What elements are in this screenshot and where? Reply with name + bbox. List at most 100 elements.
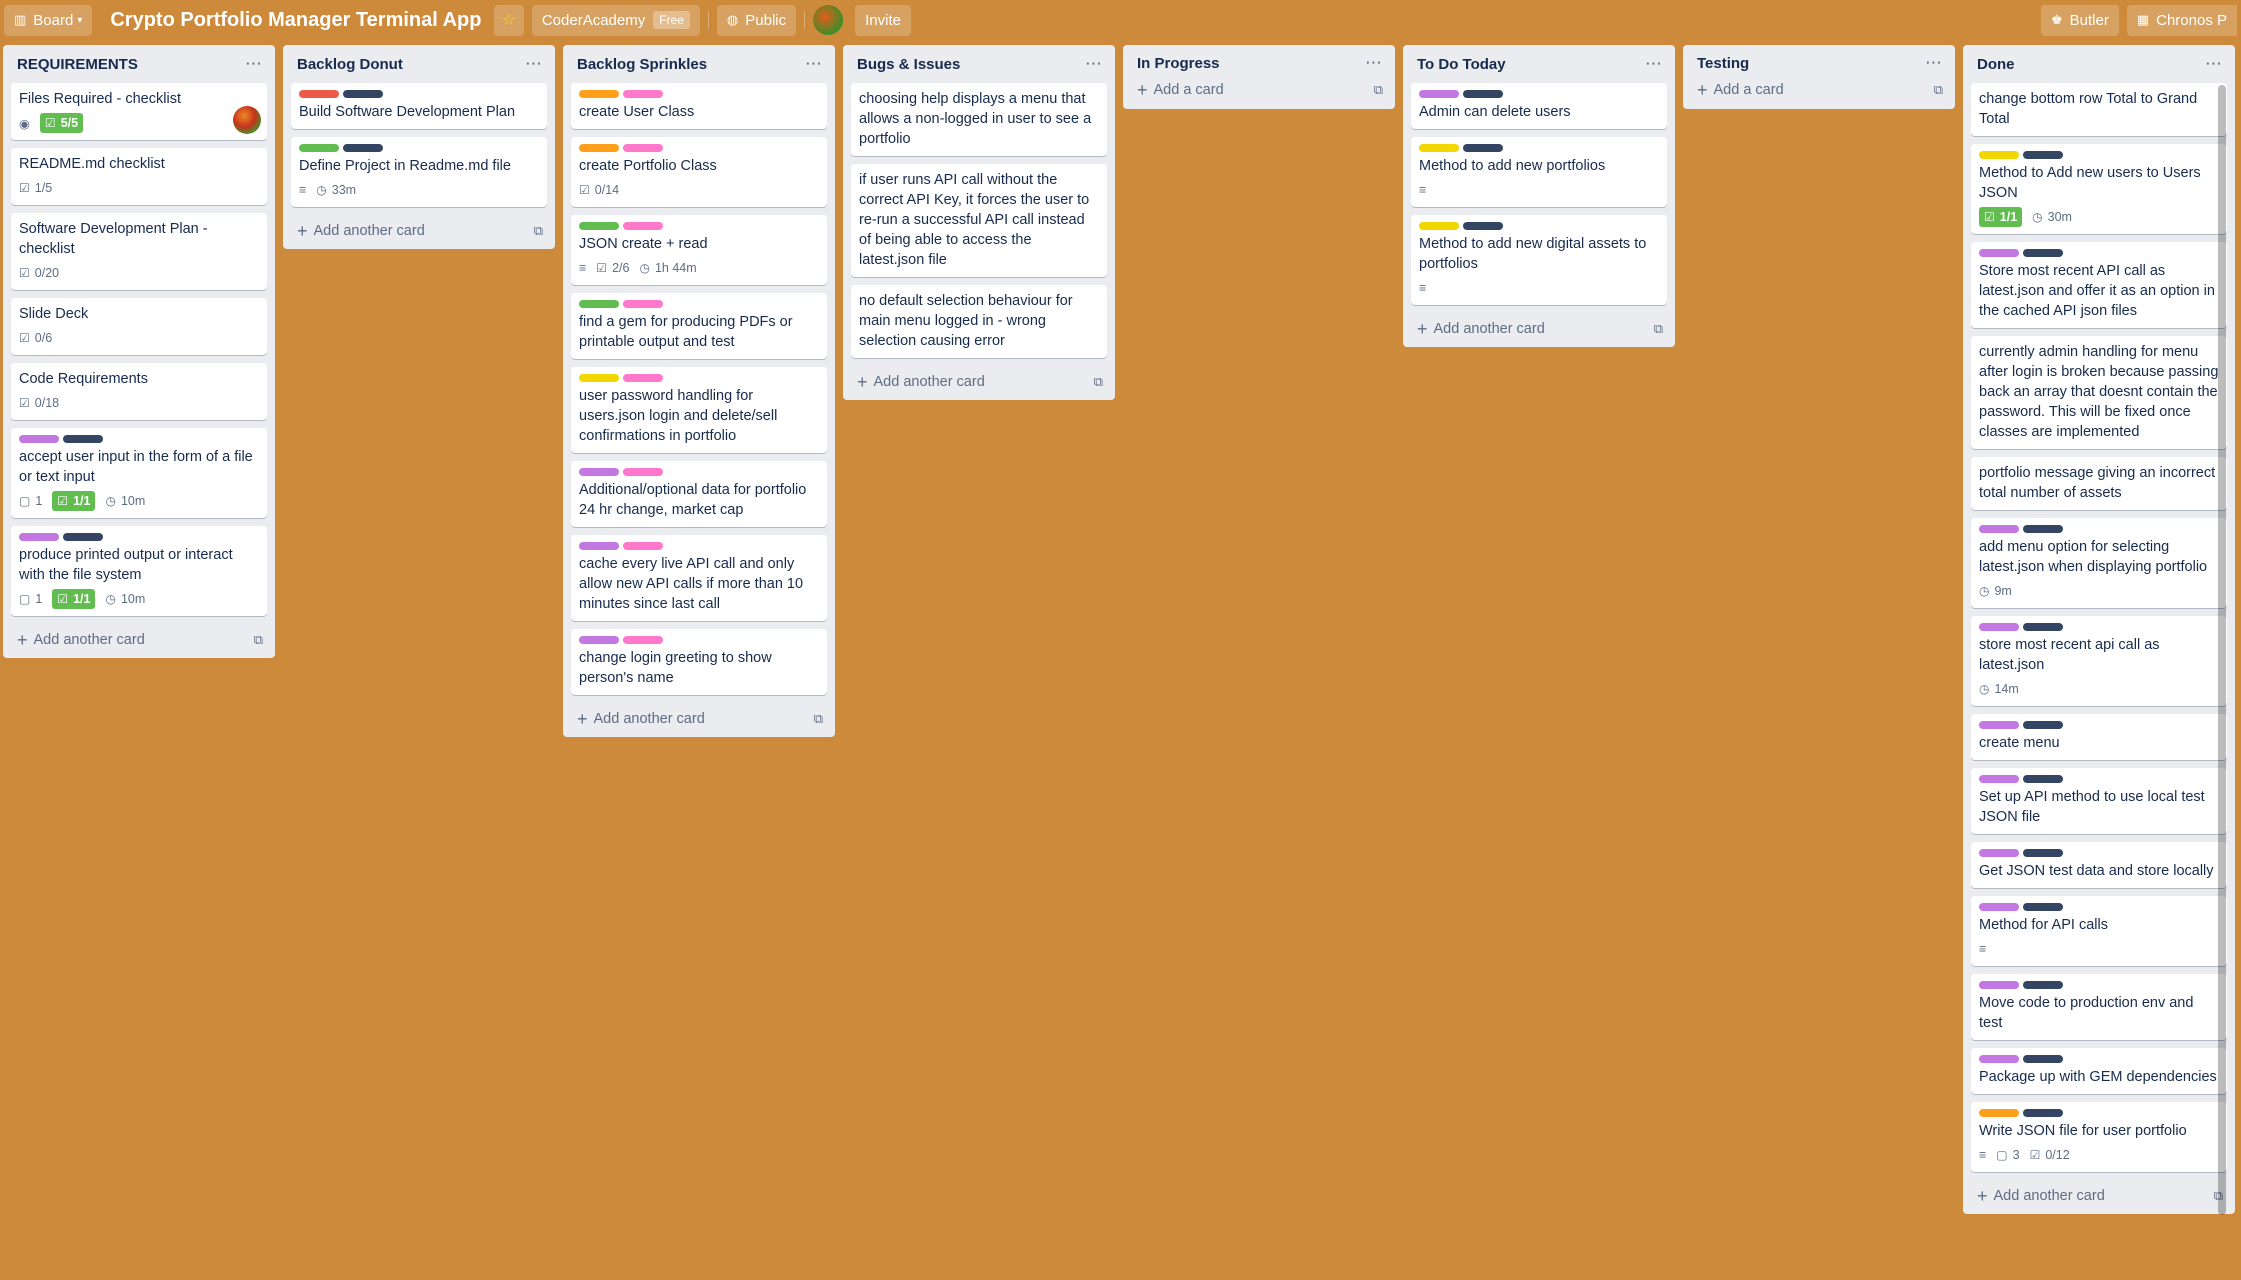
add-card-button[interactable]: + Add another card <box>1417 320 1545 338</box>
card[interactable]: find a gem for producing PDFs or printab… <box>571 293 827 359</box>
label-purple[interactable] <box>1979 981 2019 989</box>
label-green[interactable] <box>299 144 339 152</box>
label-navy[interactable] <box>1463 144 1503 152</box>
member-avatar[interactable] <box>813 5 844 35</box>
card[interactable]: Define Project in Readme.md file ≡ ◷ 33m <box>291 137 547 207</box>
card[interactable]: Method to add new digital assets to port… <box>1411 215 1667 305</box>
list-menu-icon[interactable]: ⋯ <box>1925 53 1943 73</box>
label-purple[interactable] <box>579 542 619 550</box>
label-purple[interactable] <box>1979 849 2019 857</box>
card[interactable]: Slide Deck ☑ 0/6 <box>11 298 267 355</box>
add-card-button[interactable]: + Add another card <box>1977 1187 2105 1205</box>
card[interactable]: change bottom row Total to Grand Total <box>1971 83 2227 136</box>
label-purple[interactable] <box>1979 775 2019 783</box>
label-navy[interactable] <box>2023 151 2063 159</box>
star-button[interactable]: ☆ <box>493 4 524 36</box>
label-navy[interactable] <box>2023 1109 2063 1117</box>
card-template-icon[interactable]: ⧉ <box>1094 374 1103 390</box>
label-purple[interactable] <box>1979 623 2019 631</box>
list-menu-icon[interactable]: ⋯ <box>245 54 263 74</box>
label-navy[interactable] <box>2023 623 2063 631</box>
label-pink[interactable] <box>623 144 663 152</box>
card[interactable]: Package up with GEM dependencies <box>1971 1048 2227 1094</box>
butler-button[interactable]: ♚ Butler <box>2040 4 2119 36</box>
add-card-button[interactable]: + Add another card <box>17 631 145 649</box>
label-navy[interactable] <box>1463 222 1503 230</box>
label-pink[interactable] <box>623 636 663 644</box>
card[interactable]: accept user input in the form of a file … <box>11 428 267 518</box>
board-title[interactable]: Crypto Portfolio Manager Terminal App <box>100 9 493 32</box>
label-pink[interactable] <box>623 300 663 308</box>
add-card-button[interactable]: + Add another card <box>857 373 985 391</box>
label-yellow[interactable] <box>1979 151 2019 159</box>
label-purple[interactable] <box>1419 90 1459 98</box>
add-card-button[interactable]: + Add a card <box>1137 81 1224 99</box>
chronos-button[interactable]: ▦ Chronos P <box>2126 4 2237 36</box>
label-navy[interactable] <box>2023 775 2063 783</box>
card[interactable]: Write JSON file for user portfolio ≡ ▢ 3 ☑ 0/… <box>1971 1102 2227 1172</box>
card[interactable]: produce printed output or interact with … <box>11 526 267 616</box>
label-purple[interactable] <box>1979 903 2019 911</box>
list-menu-icon[interactable]: ⋯ <box>805 54 823 74</box>
scrollbar-thumb[interactable] <box>2218 85 2226 1215</box>
label-navy[interactable] <box>63 533 103 541</box>
list-title[interactable]: Backlog Donut <box>297 56 403 73</box>
member-avatar[interactable] <box>233 106 261 134</box>
list-title[interactable]: Bugs & Issues <box>857 56 960 73</box>
label-navy[interactable] <box>2023 721 2063 729</box>
label-purple[interactable] <box>1979 249 2019 257</box>
label-orange[interactable] <box>1979 1109 2019 1117</box>
visibility-button[interactable]: ◍ Public <box>716 4 797 36</box>
card[interactable]: Set up API method to use local test JSON… <box>1971 768 2227 834</box>
label-purple[interactable] <box>19 533 59 541</box>
card[interactable]: Move code to production env and test <box>1971 974 2227 1040</box>
card[interactable]: portfolio message giving an incorrect to… <box>1971 457 2227 510</box>
card-template-icon[interactable]: ⧉ <box>1654 321 1663 337</box>
list-menu-icon[interactable]: ⋯ <box>1365 53 1383 73</box>
label-red[interactable] <box>299 90 339 98</box>
label-pink[interactable] <box>623 374 663 382</box>
card[interactable]: add menu option for selecting latest.jso… <box>1971 518 2227 608</box>
card[interactable]: Method to Add new users to Users JSON ☑ 1/… <box>1971 144 2227 234</box>
label-green[interactable] <box>579 222 619 230</box>
team-button[interactable]: CoderAcademy Free <box>531 4 700 36</box>
label-navy[interactable] <box>343 90 383 98</box>
card[interactable]: Files Required - checklist ◉ ☑ 5/5 <box>11 83 267 140</box>
label-yellow[interactable] <box>579 374 619 382</box>
list-title[interactable]: Testing <box>1697 55 1749 72</box>
list-menu-icon[interactable]: ⋯ <box>1085 54 1103 74</box>
invite-button[interactable]: Invite <box>855 4 911 36</box>
label-green[interactable] <box>579 300 619 308</box>
label-purple[interactable] <box>19 435 59 443</box>
label-purple[interactable] <box>1979 1055 2019 1063</box>
label-orange[interactable] <box>579 90 619 98</box>
label-navy[interactable] <box>2023 849 2063 857</box>
label-navy[interactable] <box>343 144 383 152</box>
card[interactable]: no default selection behaviour for main … <box>851 285 1107 358</box>
label-navy[interactable] <box>63 435 103 443</box>
card[interactable]: cache every live API call and only allow… <box>571 535 827 621</box>
done-list-scrollbar[interactable] <box>2218 85 2226 1215</box>
label-pink[interactable] <box>623 468 663 476</box>
card[interactable]: Method for API calls ≡ <box>1971 896 2227 966</box>
card-template-icon[interactable]: ⧉ <box>254 632 263 648</box>
card[interactable]: Method to add new portfolios ≡ <box>1411 137 1667 207</box>
card[interactable]: Software Development Plan - checklist ☑ 0/… <box>11 213 267 290</box>
label-yellow[interactable] <box>1419 144 1459 152</box>
card[interactable]: Additional/optional data for portfolio 2… <box>571 461 827 527</box>
card[interactable]: Get JSON test data and store locally <box>1971 842 2227 888</box>
card[interactable]: if user runs API call without the correc… <box>851 164 1107 277</box>
card[interactable]: README.md checklist ☑ 1/5 <box>11 148 267 205</box>
card[interactable]: Code Requirements ☑ 0/18 <box>11 363 267 420</box>
label-orange[interactable] <box>579 144 619 152</box>
label-pink[interactable] <box>623 222 663 230</box>
card[interactable]: currently admin handling for menu after … <box>1971 336 2227 449</box>
list-title[interactable]: In Progress <box>1137 55 1220 72</box>
add-card-button[interactable]: + Add a card <box>1697 81 1784 99</box>
add-card-button[interactable]: + Add another card <box>577 710 705 728</box>
list-menu-icon[interactable]: ⋯ <box>1645 54 1663 74</box>
label-navy[interactable] <box>2023 525 2063 533</box>
label-purple[interactable] <box>1979 721 2019 729</box>
card[interactable]: Admin can delete users <box>1411 83 1667 129</box>
list-title[interactable]: Done <box>1977 56 2015 73</box>
